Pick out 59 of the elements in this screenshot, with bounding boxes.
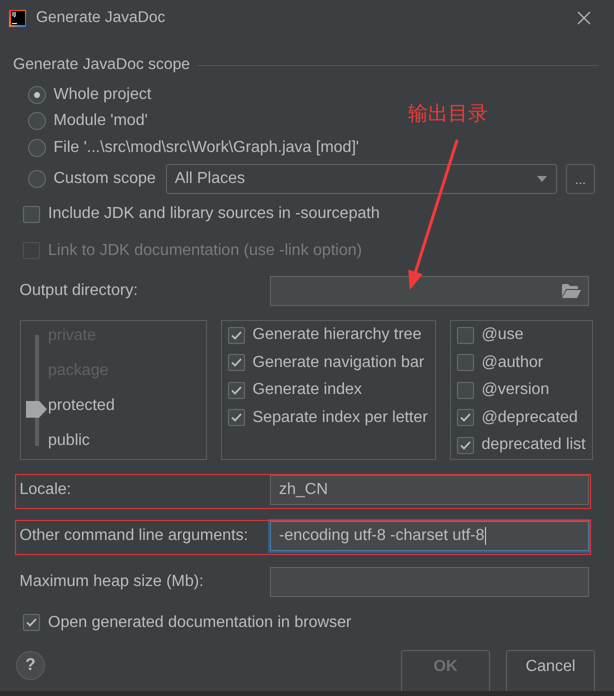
checkbox[interactable] bbox=[456, 436, 474, 454]
close-icon[interactable] bbox=[577, 11, 591, 25]
checkmark-icon bbox=[230, 330, 242, 340]
folder-icon[interactable] bbox=[562, 284, 581, 298]
checkbox-label: @use bbox=[482, 326, 524, 344]
checkbox[interactable] bbox=[23, 206, 40, 222]
checkbox-label: Generate index bbox=[252, 381, 362, 400]
radio-label: Module 'mod' bbox=[54, 112, 148, 130]
text-field[interactable]: -encoding utf-8 -charset utf-8 bbox=[270, 520, 589, 551]
directory-field[interactable] bbox=[270, 276, 589, 306]
slider-label: public bbox=[48, 431, 91, 452]
section-title: Generate JavaDoc scope bbox=[13, 56, 190, 74]
dialog-button[interactable]: Cancel bbox=[506, 650, 595, 691]
window-title: Generate JavaDoc bbox=[36, 9, 166, 27]
checkbox-label: deprecated list bbox=[482, 436, 586, 454]
field-label: Locale: bbox=[20, 480, 72, 499]
radio-label: Custom scope bbox=[54, 170, 156, 188]
browse-button[interactable]: ... bbox=[566, 164, 595, 194]
help-button[interactable]: ? bbox=[16, 650, 45, 680]
checkbox-label: @author bbox=[482, 354, 544, 372]
checkbox-label: Open generated documentation in browser bbox=[48, 614, 352, 632]
checkbox[interactable] bbox=[228, 354, 244, 372]
checkmark-icon bbox=[230, 386, 242, 395]
radio-button[interactable] bbox=[28, 86, 46, 104]
caret-down-icon bbox=[537, 176, 547, 182]
checkbox[interactable] bbox=[228, 382, 244, 399]
radio-button[interactable] bbox=[28, 112, 46, 130]
radio-label: File '...\src\mod\src\Work\Graph.java [mod]' bbox=[54, 138, 359, 157]
scope-dropdown[interactable]: All Places bbox=[166, 164, 557, 194]
checkbox[interactable] bbox=[228, 326, 244, 344]
checkbox[interactable] bbox=[456, 409, 474, 426]
checkbox-label: Generate navigation bar bbox=[252, 354, 424, 372]
slider-label: protected bbox=[48, 396, 115, 416]
text-field[interactable]: zh_CN bbox=[270, 474, 589, 505]
text-field[interactable] bbox=[270, 566, 589, 597]
checkbox-label: Separate index per letter bbox=[252, 408, 428, 427]
checkmark-icon bbox=[26, 618, 37, 628]
checkbox[interactable] bbox=[23, 614, 40, 632]
checkbox[interactable] bbox=[456, 326, 474, 344]
checkbox-label: Link to JDK documentation (use -link option) bbox=[48, 242, 362, 260]
checkbox-label: Include JDK and library sources in -sourcepath bbox=[48, 205, 380, 223]
checkmark-icon bbox=[230, 358, 242, 368]
checkbox[interactable] bbox=[456, 382, 474, 399]
radio-button[interactable] bbox=[28, 170, 46, 188]
checkmark-icon bbox=[460, 440, 470, 450]
checkbox-label: Generate hierarchy tree bbox=[252, 326, 422, 344]
radio-label: Whole project bbox=[54, 86, 152, 104]
checkmark-icon bbox=[460, 413, 470, 422]
checkbox-label: @deprecated bbox=[482, 408, 578, 427]
field-label: Output directory: bbox=[20, 282, 139, 300]
checkbox[interactable] bbox=[456, 354, 474, 372]
checkbox[interactable] bbox=[228, 409, 244, 426]
field-label: Other command line arguments: bbox=[20, 526, 250, 545]
field-label: Maximum heap size (Mb): bbox=[20, 572, 205, 591]
slider-thumb[interactable] bbox=[26, 400, 47, 418]
annotation-label: 输出目录 bbox=[408, 101, 488, 125]
radio-button[interactable] bbox=[28, 138, 46, 157]
checkmark-icon bbox=[230, 413, 242, 422]
checkbox-label: @version bbox=[482, 381, 550, 400]
